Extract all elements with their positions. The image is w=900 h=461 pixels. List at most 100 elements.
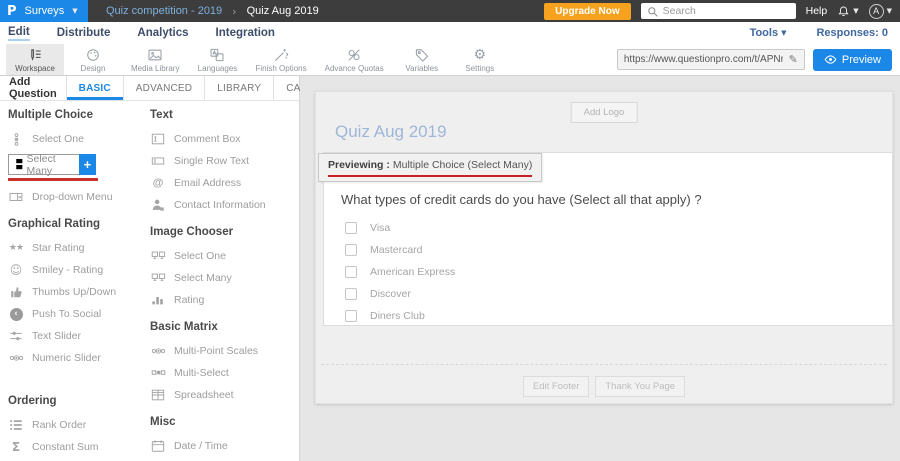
sidebar-item-rank-order[interactable]: Rank Order [8,418,150,432]
checkbox[interactable] [345,288,357,300]
sidebar-item-email-address[interactable]: @ Email Address [150,176,299,190]
nav-tab-edit[interactable]: Edit [8,26,30,41]
checkbox[interactable] [345,222,357,234]
sidebar-item-date-time[interactable]: Date / Time [150,439,299,453]
card-footer: Edit Footer Thank You Page [316,376,892,397]
image-select-one-icon [150,249,166,263]
workspace-icon [27,47,43,63]
add-logo-button[interactable]: Add Logo [571,102,638,123]
checkbox[interactable] [345,310,357,322]
section-title-misc: Misc [150,416,299,428]
toolbar-item-workspace[interactable]: Workspace [6,44,64,75]
languages-icon [209,47,225,63]
sidebar-item-single-row-text[interactable]: Single Row Text [150,154,299,168]
sidebar-item-image-rating[interactable]: Rating [150,293,299,307]
option-label: Diners Club [370,310,425,322]
breadcrumb-parent-link[interactable]: Quiz competition - 2019 [106,5,222,17]
survey-title[interactable]: Quiz Aug 2019 [335,122,447,142]
sidebar-item-thumbs-up-down[interactable]: Thumbs Up/Down [8,285,150,299]
smiley-rating-icon: ☺ [8,263,24,277]
answer-option[interactable]: Mastercard [345,244,892,256]
survey-url-box[interactable]: https://www.questionpro.com/t/APNrFZ ✎ [617,49,805,70]
tab-advanced[interactable]: ADVANCED [123,76,204,100]
toolbar-item-design[interactable]: Design [64,44,122,75]
tab-library[interactable]: LIBRARY [204,76,273,100]
footer-divider [321,364,887,365]
toolbar-item-advance-quotas[interactable]: Advance Quotas [316,44,393,75]
edit-url-pencil-icon[interactable]: ✎ [783,53,804,66]
sidebar-item-multi-point-scales[interactable]: Multi-Point Scales [150,344,299,358]
account-menu[interactable]: A ▼ [869,4,892,19]
preview-button[interactable]: Preview [813,49,892,71]
highlight-underline [8,178,98,181]
text-slider-icon [8,329,24,343]
toolbar-item-settings[interactable]: ⚙ Settings [451,44,509,75]
toolbar-item-finish-options[interactable]: Finish Options [246,44,315,75]
item-label: Drop-down Menu [32,191,113,203]
preview-button-label: Preview [842,54,881,66]
search-input[interactable] [663,5,790,17]
item-label: Single Row Text [174,155,249,167]
product-menu-label[interactable]: Surveys [25,5,65,17]
add-select-many-plus-button[interactable]: + [79,154,96,175]
brand-area[interactable]: P Surveys ▼ [0,0,88,22]
sidebar-item-numeric-slider[interactable]: Numeric Slider [8,351,150,365]
global-search[interactable] [641,3,796,19]
item-label: Thumbs Up/Down [32,286,116,298]
checkbox[interactable] [345,266,357,278]
multi-select-icon [150,366,166,380]
panel-title: Add Question [0,76,66,100]
section-title-multiple-choice: Multiple Choice [8,109,150,121]
responses-count-link[interactable]: Responses: 0 [816,27,888,39]
sidebar-item-constant-sum[interactable]: Σ Constant Sum [8,440,150,454]
item-label: Rating [174,294,204,306]
survey-url-value[interactable]: https://www.questionpro.com/t/APNrFZ [618,54,783,65]
answer-option[interactable]: Discover [345,288,892,300]
top-bar-right: Upgrade Now Help ▼ A ▼ [544,3,900,20]
previewing-red-underline [328,175,532,177]
nav-tab-analytics[interactable]: Analytics [137,27,188,39]
tab-basic[interactable]: BASIC [66,76,123,100]
sidebar-item-push-to-social[interactable]: ‹ Push To Social [8,307,150,321]
toolbar-item-media-library[interactable]: Media Library [122,44,188,75]
toolbar-item-languages[interactable]: Languages [188,44,246,75]
multi-point-icon [150,344,166,358]
answer-option[interactable]: Visa [345,222,892,234]
sidebar-item-image-select-many[interactable]: Select Many [150,271,299,285]
sidebar-item-multi-select[interactable]: Multi-Select [150,366,299,380]
toolbar-item-label: Advance Quotas [325,64,384,73]
sidebar-item-select-one[interactable]: Select One [8,132,150,146]
sidebar-item-star-rating[interactable]: ★★ Star Rating [8,241,150,255]
notifications-menu[interactable]: ▼ [837,5,858,18]
help-link[interactable]: Help [806,5,828,17]
sidebar-item-contact-information[interactable]: Contact Information [150,198,299,212]
answer-option[interactable]: American Express [345,266,892,278]
edit-footer-button[interactable]: Edit Footer [523,376,589,397]
toolbar-item-label: Design [81,64,106,73]
tools-menu[interactable]: Tools▼ [750,27,787,39]
select-many-icon [12,157,26,172]
nav-tab-distribute[interactable]: Distribute [57,27,111,39]
sidebar-item-dropdown-menu[interactable]: Drop-down Menu [8,190,150,204]
sidebar-item-image-select-one[interactable]: Select One [150,249,299,263]
single-row-text-icon [150,154,166,168]
checkbox[interactable] [345,244,357,256]
toolbar-item-variables[interactable]: Variables [393,44,451,75]
sidebar-item-select-many-highlighted[interactable]: Select Many + [8,154,96,175]
sidebar-item-comment-box[interactable]: Comment Box [150,132,299,146]
spreadsheet-icon [150,388,166,402]
sidebar-item-text-slider[interactable]: Text Slider [8,329,150,343]
answer-option[interactable]: Diners Club [345,310,892,322]
chevron-down-icon: ▼ [781,29,786,37]
thank-you-page-button[interactable]: Thank You Page [595,376,685,397]
upgrade-now-button[interactable]: Upgrade Now [544,3,630,20]
item-label: Text Slider [32,330,81,342]
media-library-icon [147,47,163,63]
option-label: Discover [370,288,411,300]
nav-tab-integration[interactable]: Integration [216,27,275,39]
section-title-basic-matrix: Basic Matrix [150,321,299,333]
sidebar-item-smiley-rating[interactable]: ☺ Smiley - Rating [8,263,150,277]
section-title-text: Text [150,109,299,121]
sidebar-item-spreadsheet[interactable]: Spreadsheet [150,388,299,402]
toolbar-item-label: Languages [198,64,238,73]
